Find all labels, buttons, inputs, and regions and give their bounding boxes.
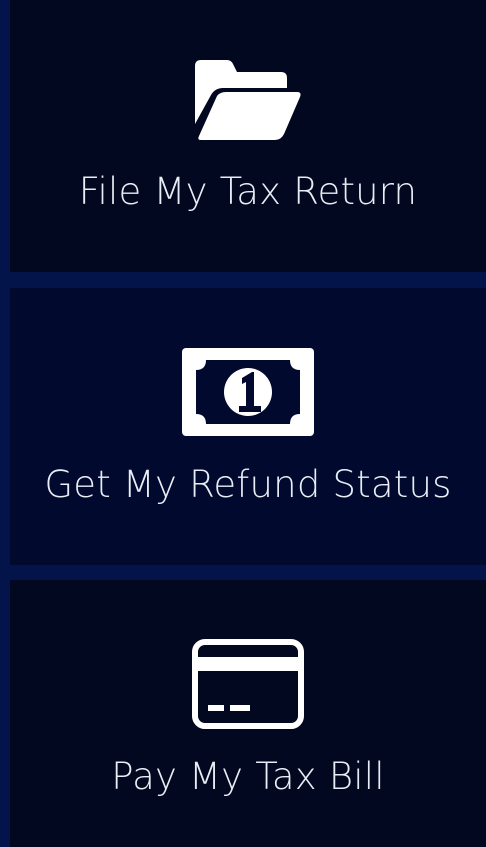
refund-status-tile[interactable]: Get My Refund Status: [10, 288, 486, 565]
pay-tax-bill-tile[interactable]: Pay My Tax Bill: [10, 580, 486, 847]
money-bill-icon: [182, 348, 314, 436]
pay-tax-bill-label: Pay My Tax Bill: [111, 755, 385, 798]
file-tax-return-label: File My Tax Return: [78, 170, 418, 213]
folder-open-icon: [195, 60, 301, 140]
refund-status-label: Get My Refund Status: [44, 463, 452, 506]
file-tax-return-tile[interactable]: File My Tax Return: [10, 0, 486, 272]
credit-card-icon: [192, 639, 304, 729]
